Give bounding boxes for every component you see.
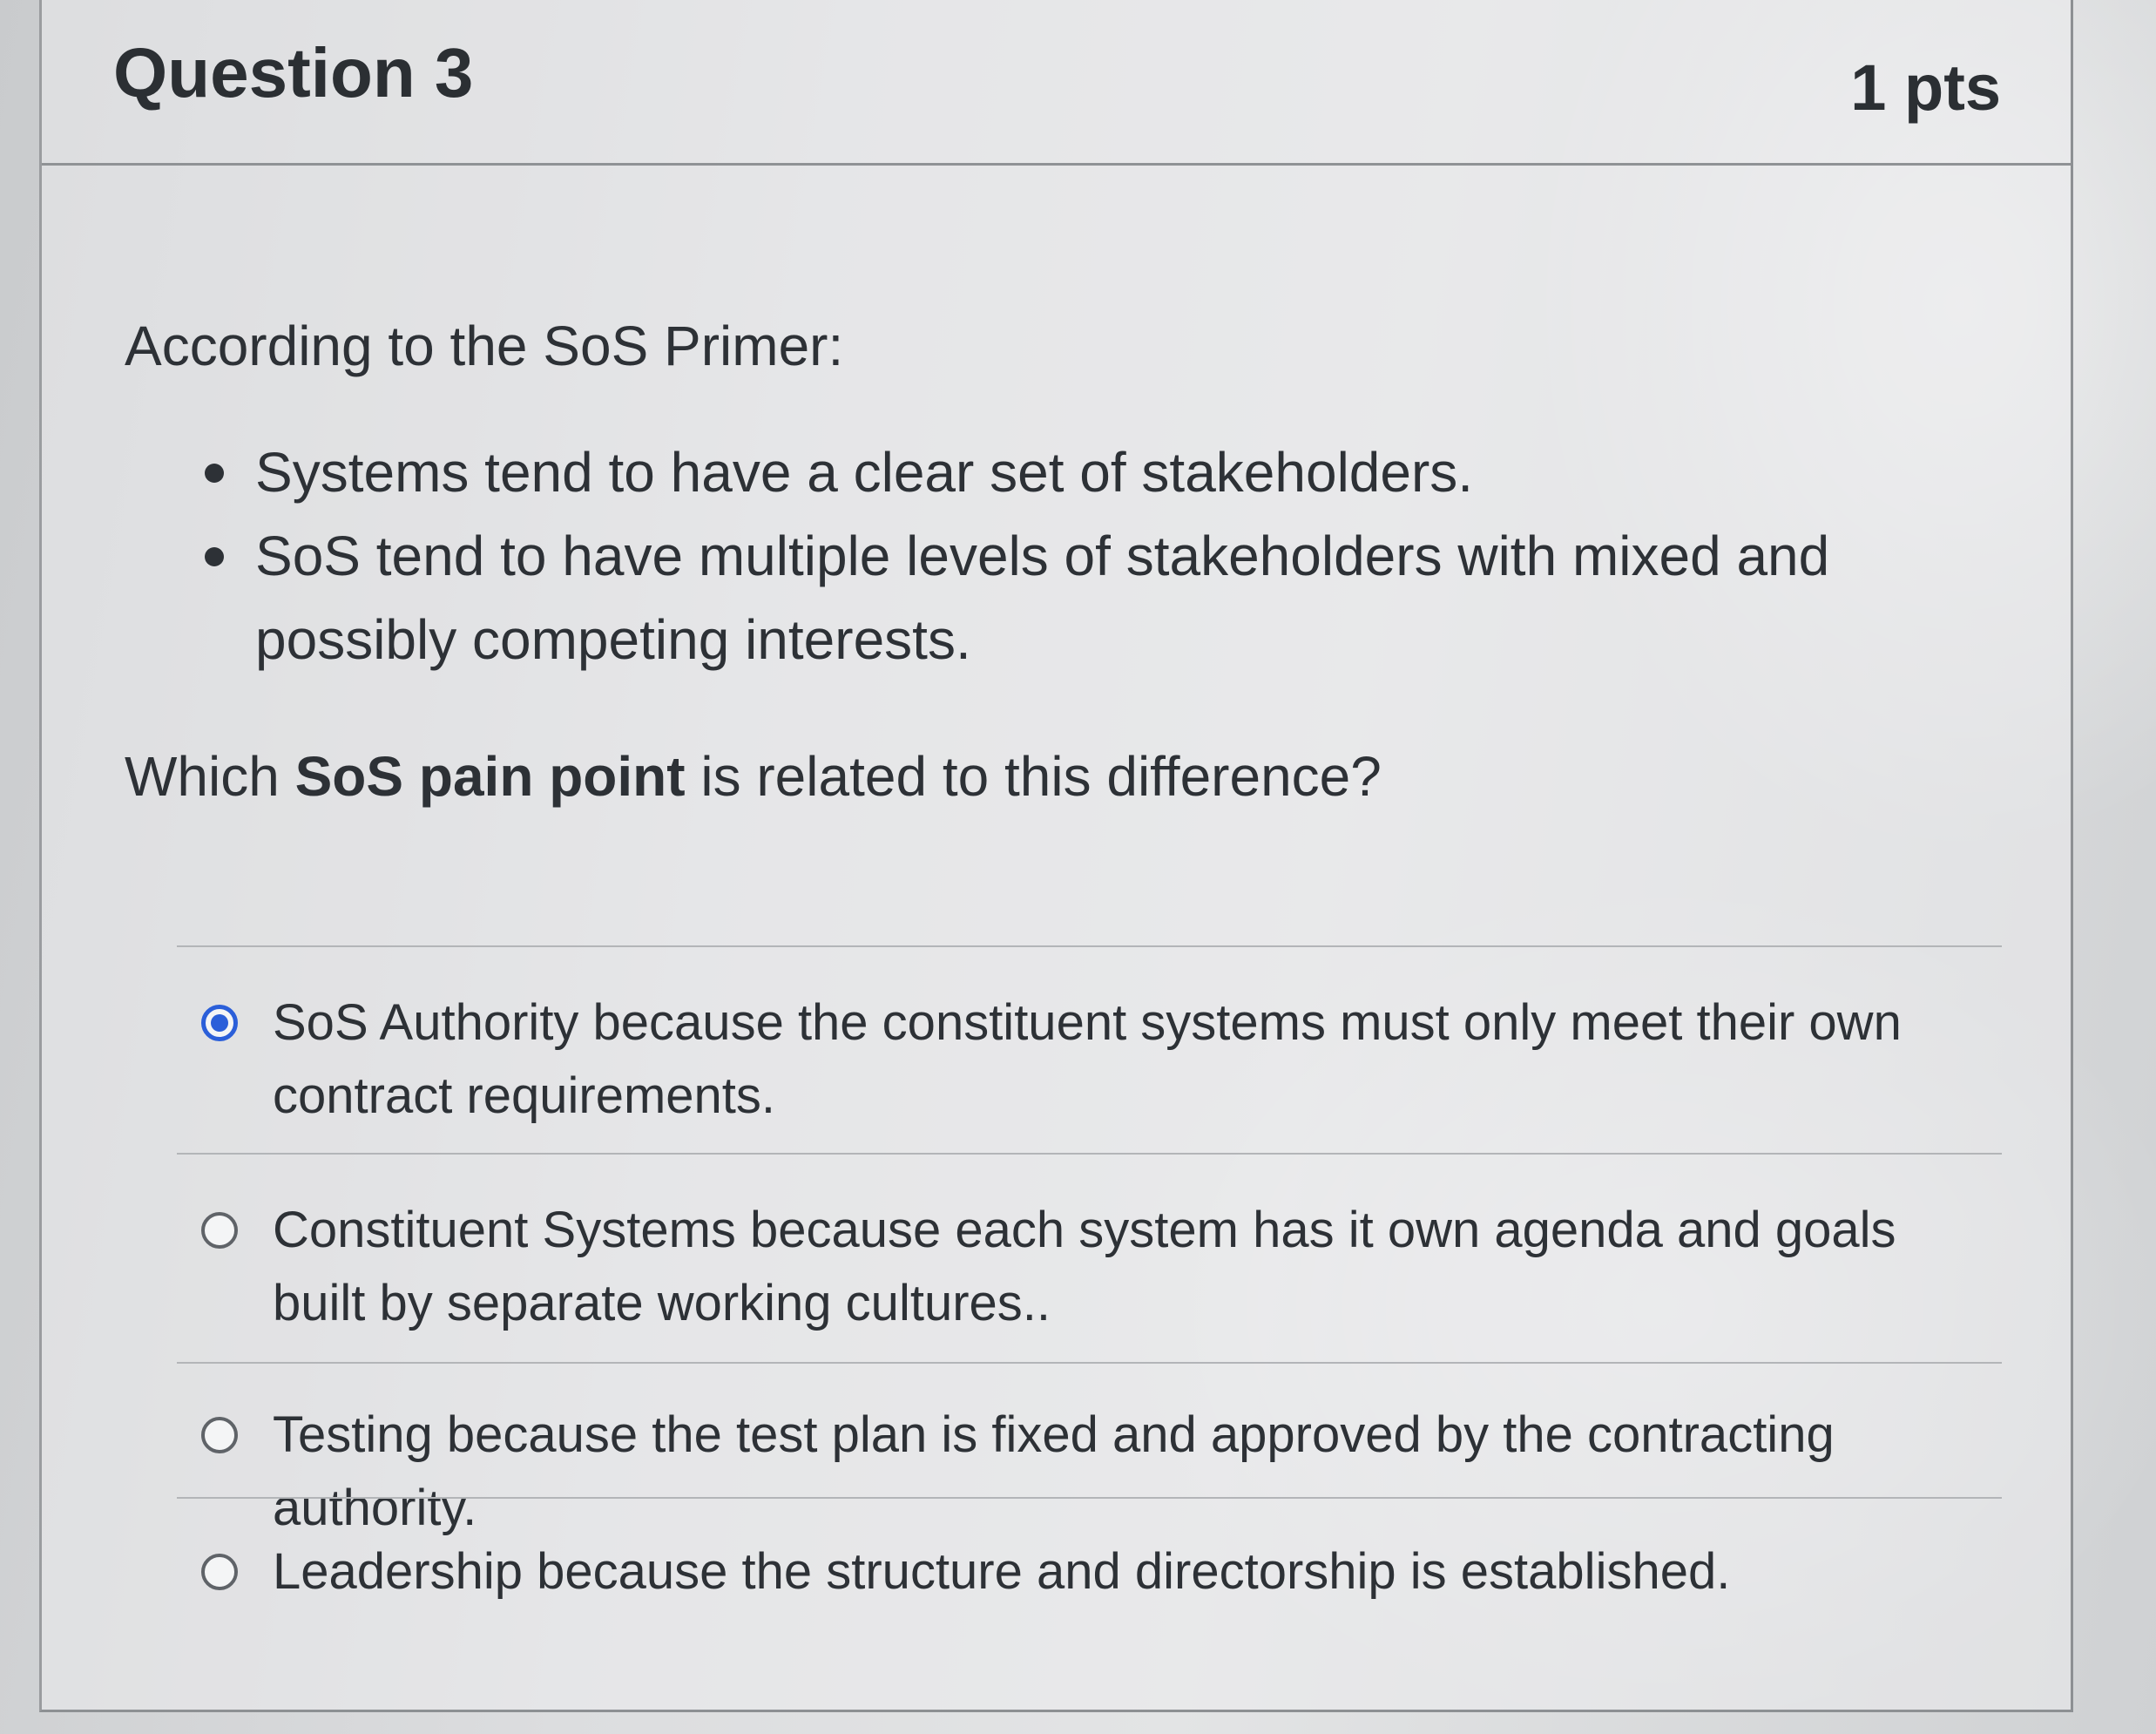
radio-unchecked-icon[interactable]: [201, 1212, 238, 1249]
bullet-item: Systems tend to have a clear set of stak…: [125, 430, 1954, 514]
bullet-text: Systems tend to have a clear set of stak…: [255, 441, 1474, 504]
prompt-text-start: Which: [125, 745, 295, 808]
answer-list: SoS Authority because the constituent sy…: [177, 945, 2002, 1628]
answer-option-1[interactable]: SoS Authority because the constituent sy…: [177, 945, 2002, 1153]
answer-option-2[interactable]: Constituent Systems because each system …: [177, 1153, 2002, 1362]
radio-unchecked-icon[interactable]: [201, 1554, 238, 1590]
bullet-item: SoS tend to have multiple levels of stak…: [125, 514, 1954, 681]
answer-label[interactable]: Leadership because the structure and dir…: [273, 1543, 1730, 1600]
bullet-icon: [205, 547, 224, 566]
prompt-emphasis: SoS pain point: [294, 745, 686, 808]
radio-unchecked-icon[interactable]: [201, 1417, 238, 1453]
question-points: 1 pts: [1850, 51, 2001, 124]
answer-label[interactable]: SoS Authority because the constituent sy…: [273, 994, 1902, 1124]
radio-checked-icon[interactable]: [201, 1005, 238, 1041]
answer-row: Leadership because the structure and dir…: [177, 1535, 1997, 1609]
question-intro: According to the SoS Primer:: [125, 315, 844, 377]
answer-option-3[interactable]: Testing because the test plan is fixed a…: [177, 1362, 2002, 1536]
answer-row: Constituent Systems because each system …: [177, 1194, 1997, 1340]
answer-label[interactable]: Constituent Systems because each system …: [273, 1202, 1896, 1331]
question-title: Question 3: [113, 34, 474, 112]
bullet-icon: [205, 464, 224, 483]
prompt-text-end: is related to this difference?: [685, 745, 1382, 808]
answer-row: SoS Authority because the constituent sy…: [177, 986, 1997, 1133]
question-prompt: Which SoS pain point is related to this …: [125, 744, 2024, 809]
bullet-list: Systems tend to have a clear set of stak…: [125, 430, 2024, 681]
question-header: Question 3 1 pts: [42, 0, 2071, 166]
answer-option-4[interactable]: Leadership because the structure and dir…: [177, 1497, 2002, 1628]
question-card: Question 3 1 pts According to the SoS Pr…: [39, 0, 2073, 1712]
bullet-text: SoS tend to have multiple levels of stak…: [255, 525, 1830, 671]
question-body: According to the SoS Primer: Systems ten…: [125, 314, 2024, 864]
